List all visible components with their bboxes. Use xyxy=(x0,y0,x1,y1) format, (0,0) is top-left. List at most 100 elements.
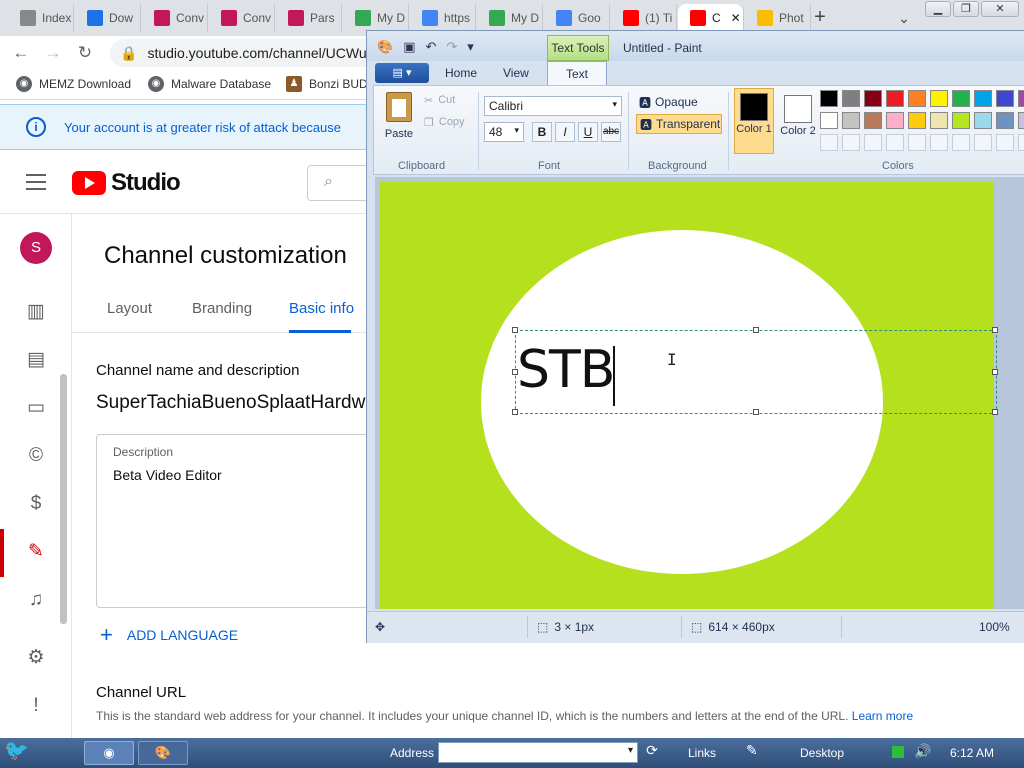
go-refresh-icon[interactable]: ⟳ xyxy=(642,742,662,766)
back-arrow-icon[interactable]: ← xyxy=(10,42,32,64)
bookmark-memz[interactable]: ◉ MEMZ Download xyxy=(16,76,131,92)
paint-app-icon[interactable]: 🎨 xyxy=(377,39,393,55)
palette-color-swatch[interactable] xyxy=(952,90,970,107)
palette-color-swatch[interactable] xyxy=(952,134,970,151)
browser-tab[interactable]: C ✕ xyxy=(678,4,744,32)
taskbar-address-input[interactable]: ▾ xyxy=(438,742,638,763)
palette-color-swatch[interactable] xyxy=(886,112,904,129)
palette-color-swatch[interactable] xyxy=(864,134,882,151)
channel-avatar[interactable]: S xyxy=(20,232,52,264)
palette-color-swatch[interactable] xyxy=(842,112,860,129)
browser-tab[interactable]: Pars xyxy=(276,4,342,32)
palette-color-swatch[interactable] xyxy=(864,112,882,129)
analytics-icon[interactable]: ▥ xyxy=(22,298,50,326)
resize-handle[interactable] xyxy=(992,409,998,415)
reload-icon[interactable]: ↻ xyxy=(74,42,96,64)
underline-button[interactable]: U xyxy=(578,122,598,142)
palette-color-swatch[interactable] xyxy=(974,90,992,107)
browser-tab[interactable]: (1) Ti xyxy=(611,4,677,32)
new-tab-button[interactable]: + xyxy=(808,6,832,30)
palette-color-swatch[interactable] xyxy=(1018,90,1024,107)
paint-file-menu-button[interactable]: ▤ ▾ xyxy=(375,63,429,83)
opaque-option[interactable]: 🅰 Opaque xyxy=(636,92,722,112)
undo-icon[interactable]: ↶ xyxy=(425,39,436,55)
bold-button[interactable]: B xyxy=(532,122,552,142)
maximize-button[interactable]: ❐ xyxy=(953,1,979,17)
subtitles-icon[interactable]: ▭ xyxy=(22,394,50,422)
tab-basic-info[interactable]: Basic info xyxy=(289,300,354,317)
paint-taskbar-button[interactable]: 🎨 xyxy=(138,741,188,765)
resize-handle[interactable] xyxy=(753,327,759,333)
sidebar-scrollbar[interactable] xyxy=(60,374,67,624)
angry-bird-start-icon[interactable]: 🐦 xyxy=(4,738,48,762)
tab-branding[interactable]: Branding xyxy=(192,300,252,317)
add-language-button[interactable]: + ADD LANGUAGE xyxy=(100,622,238,648)
palette-color-swatch[interactable] xyxy=(820,112,838,129)
volume-icon[interactable]: 🔊 xyxy=(914,743,931,767)
description-field[interactable]: Description Beta Video Editor xyxy=(96,434,370,608)
font-size-select[interactable]: 48 ▾ xyxy=(484,122,524,142)
palette-color-swatch[interactable] xyxy=(930,134,948,151)
palette-color-swatch[interactable] xyxy=(886,90,904,107)
bookmark-malware-database[interactable]: ◉ Malware Database xyxy=(148,76,271,92)
studio-search-input[interactable]: ⌕ xyxy=(307,165,367,201)
security-alert-banner[interactable]: i Your account is at greater risk of att… xyxy=(0,104,370,150)
drawing-canvas[interactable]: STB I xyxy=(380,182,998,609)
browser-tab[interactable]: https xyxy=(410,4,476,32)
notepad-icon[interactable]: ✎ xyxy=(746,742,764,766)
italic-button[interactable]: I xyxy=(555,122,575,142)
audio-library-icon[interactable]: ♫ xyxy=(22,586,50,614)
browser-tab[interactable]: Dow xyxy=(75,4,141,32)
palette-color-swatch[interactable] xyxy=(974,112,992,129)
font-family-select[interactable]: Calibri ▾ xyxy=(484,96,622,116)
hamburger-menu-icon[interactable] xyxy=(26,174,46,190)
browser-tab[interactable]: My D xyxy=(343,4,409,32)
tab-search-chevron-icon[interactable]: ⌄ xyxy=(892,6,916,30)
copyright-icon[interactable]: © xyxy=(22,442,50,470)
cut-button[interactable]: ✂ Cut xyxy=(424,94,455,107)
palette-color-swatch[interactable] xyxy=(908,134,926,151)
address-bar[interactable]: 🔒 studio.youtube.com/channel/UCWu6 xyxy=(110,39,380,67)
palette-color-swatch[interactable] xyxy=(930,112,948,129)
channel-name-field[interactable]: SuperTachiaBuenoSplaatHardw xyxy=(96,392,365,414)
palette-color-swatch[interactable] xyxy=(974,134,992,151)
palette-color-swatch[interactable] xyxy=(996,90,1014,107)
customization-wand-icon[interactable]: ✎ xyxy=(22,538,50,566)
settings-gear-icon[interactable]: ⚙ xyxy=(22,644,50,672)
tab-layout[interactable]: Layout xyxy=(107,300,152,317)
strikethrough-button[interactable]: abc xyxy=(601,122,621,142)
palette-color-swatch[interactable] xyxy=(864,90,882,107)
browser-tab[interactable]: Goo xyxy=(544,4,610,32)
color1-button[interactable]: Color 1 xyxy=(734,88,774,154)
desktop-toolbar[interactable]: Desktop xyxy=(800,746,844,760)
ribbon-tab-home[interactable]: Home xyxy=(445,66,477,80)
palette-color-swatch[interactable] xyxy=(1018,134,1024,151)
save-icon[interactable]: ▣ xyxy=(403,39,415,55)
resize-handle[interactable] xyxy=(992,327,998,333)
palette-color-swatch[interactable] xyxy=(908,112,926,129)
chrome-taskbar-button[interactable]: ◉ xyxy=(84,741,134,765)
palette-color-swatch[interactable] xyxy=(930,90,948,107)
system-clock[interactable]: 6:12 AM xyxy=(950,746,994,760)
zoom-level[interactable]: 100% xyxy=(979,620,1010,634)
ribbon-tab-text[interactable]: Text xyxy=(547,61,607,86)
browser-tab[interactable]: My D xyxy=(477,4,543,32)
palette-color-swatch[interactable] xyxy=(908,90,926,107)
copy-button[interactable]: ❐ Copy xyxy=(424,116,465,129)
color2-button[interactable]: Color 2 xyxy=(778,88,818,154)
learn-more-link[interactable]: Learn more xyxy=(852,709,913,723)
palette-color-swatch[interactable] xyxy=(842,134,860,151)
close-button[interactable]: ✕ xyxy=(981,1,1019,17)
resize-handle[interactable] xyxy=(992,369,998,375)
browser-tab[interactable]: Index xyxy=(8,4,74,32)
resize-handle[interactable] xyxy=(753,409,759,415)
feedback-icon[interactable]: ! xyxy=(22,692,50,720)
paint-title-bar[interactable]: 🎨 ▣ ↶ ↷ ▾ Text Tools Untitled - Paint xyxy=(367,31,1024,61)
browser-tab[interactable]: Conv xyxy=(209,4,275,32)
palette-color-swatch[interactable] xyxy=(952,112,970,129)
links-toolbar[interactable]: Links xyxy=(688,746,716,760)
palette-color-swatch[interactable] xyxy=(996,112,1014,129)
resize-handle[interactable] xyxy=(512,409,518,415)
palette-color-swatch[interactable] xyxy=(820,90,838,107)
bookmark-bonzi[interactable]: ♟ Bonzi BUDD xyxy=(286,76,376,92)
